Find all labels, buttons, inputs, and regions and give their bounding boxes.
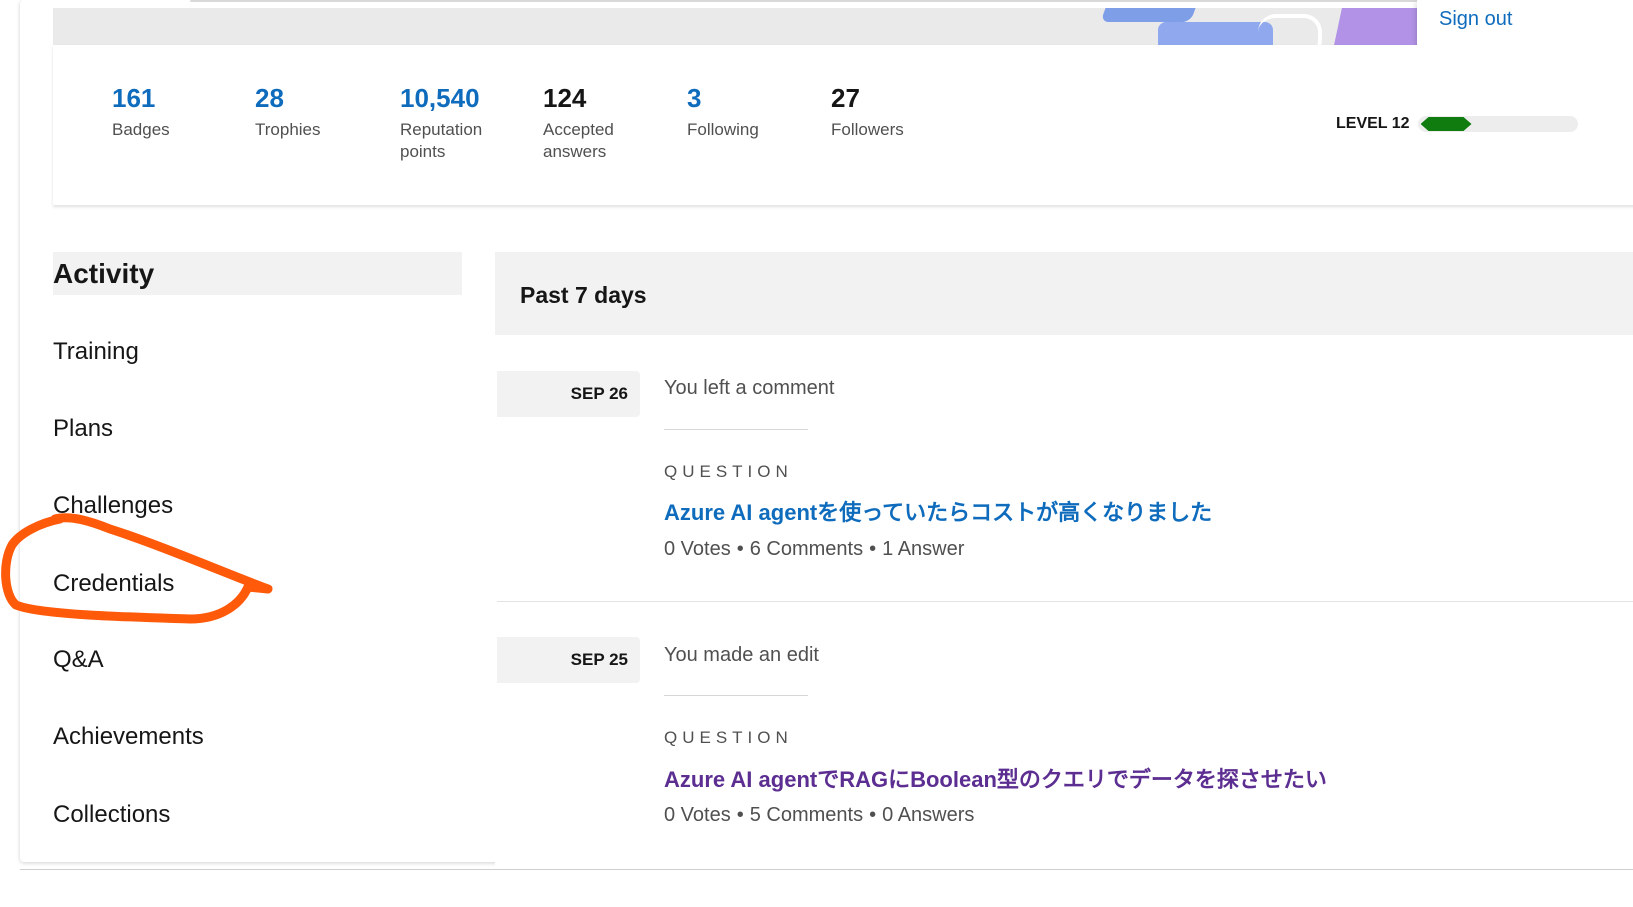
nav-item-achievements[interactable]: Achievements [53,722,204,752]
top-edge-line [190,0,1430,2]
vote-count: 0 Votes [664,538,731,560]
stat-accepted-answers: 124 Accepted answers [543,81,653,163]
separator-dot: • [736,804,744,826]
entry-action: You made an edit [664,644,819,666]
separator-dot: • [869,804,877,826]
level-progress-fill [1421,117,1472,131]
stat-label: Trophies [255,120,321,139]
stat-label: Following [687,120,759,139]
banner-shape [1258,14,1322,45]
stat-value: 27 [831,83,860,113]
entry-stats: 0 Votes • 5 Comments • 0 Answers [664,804,974,827]
stats-bar: 161 Badges 28 Trophies 10,540 Reputation… [53,45,1633,205]
separator-dot: • [869,538,877,560]
nav-item-training[interactable]: Training [53,337,139,367]
nav-item-credentials[interactable]: Credentials [53,569,174,599]
stat-label: Accepted answers [543,120,614,161]
entry-divider [497,601,1633,602]
stat-label: Reputation points [400,120,483,161]
stat-value[interactable]: 10,540 [400,81,510,115]
stat-following[interactable]: 3 Following [687,81,797,141]
answer-count: 0 Answers [882,804,975,826]
stat-reputation[interactable]: 10,540 Reputation points [400,81,510,163]
stat-followers: 27 Followers [831,81,941,141]
entry-kind: QUESTION [664,728,793,747]
question-link[interactable]: Azure AI agentを使っていたらコストが高くなりました [664,495,1212,527]
stat-value[interactable]: 161 [112,81,222,115]
separator-dot: • [736,538,744,560]
nav-item-collections[interactable]: Collections [53,800,170,830]
entry-date: SEP 25 [497,637,640,683]
nav-item-challenges[interactable]: Challenges [53,491,173,521]
level-progress-bar [1417,116,1578,132]
banner-shape [1334,8,1418,45]
banner-shape [1100,8,1196,22]
activity-header: Past 7 days [495,252,1633,335]
profile-page: Sign out 161 Badges 28 Trophies 10,540 R… [0,0,1633,907]
page-bottom-border [20,869,1633,870]
profile-banner [53,8,1418,45]
entry-separator [664,695,808,696]
banner-shape [1158,22,1273,45]
entry-action: You left a comment [664,377,835,399]
answer-count: 1 Answer [882,538,965,560]
level-indicator: LEVEL 12 [1336,115,1578,133]
entry-stats: 0 Votes • 6 Comments • 1 Answer [664,538,964,561]
comment-count: 6 Comments [749,538,864,560]
comment-count: 5 Comments [749,804,864,826]
stat-label: Followers [831,120,904,139]
sign-out-link[interactable]: Sign out [1439,8,1512,31]
stat-value[interactable]: 3 [687,81,797,115]
nav-item-activity[interactable]: Activity [53,259,154,289]
nav-item-plans[interactable]: Plans [53,414,113,444]
entry-kind: QUESTION [664,462,793,481]
question-link[interactable]: Azure AI agentでRAGにBoolean型のクエリでデータを探させた… [664,762,1327,794]
level-label: LEVEL 12 [1336,115,1410,132]
vote-count: 0 Votes [664,804,731,826]
stat-value[interactable]: 28 [255,81,365,115]
activity-feed: Past 7 days SEP 26 You left a comment QU… [495,252,1633,872]
nav-item-qa[interactable]: Q&A [53,645,104,675]
stat-badges[interactable]: 161 Badges [112,81,222,141]
stat-label: Badges [112,120,170,139]
entry-separator [664,429,808,430]
stat-value: 124 [543,83,587,113]
stat-trophies[interactable]: 28 Trophies [255,81,365,141]
entry-date: SEP 26 [497,371,640,417]
activity-period-title: Past 7 days [520,282,647,308]
